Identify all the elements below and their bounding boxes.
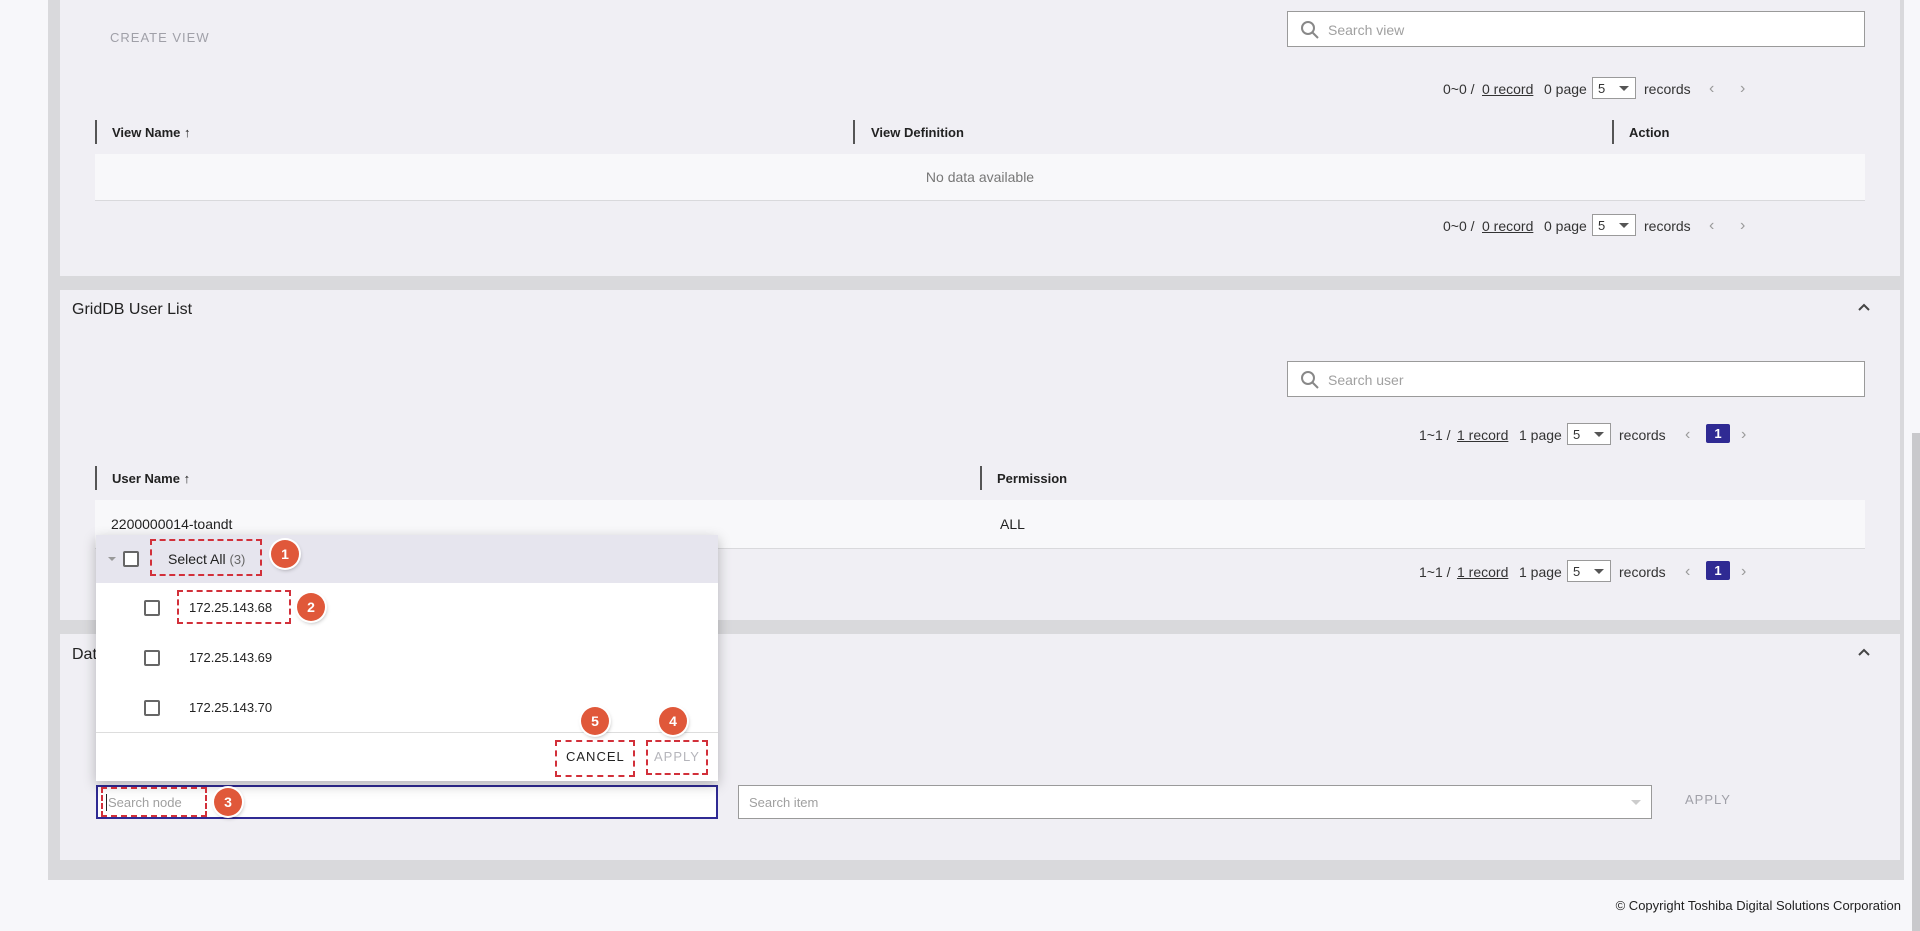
pager-range: 1~1 / <box>1419 564 1451 580</box>
pager-range: 1~1 / <box>1419 427 1451 443</box>
search-user-input[interactable]: Search user <box>1287 361 1865 397</box>
dropdown-divider <box>96 732 718 733</box>
chevron-right-icon[interactable]: › <box>1741 427 1746 443</box>
column-action[interactable]: Action <box>1629 125 1669 140</box>
column-view-name[interactable]: View Name ↑ <box>112 125 191 140</box>
page-size-select[interactable]: 5 <box>1592 214 1636 236</box>
page-size-value: 5 <box>1598 81 1606 96</box>
caret-down-icon <box>1594 432 1604 437</box>
page-size-select[interactable]: 5 <box>1567 560 1611 582</box>
views-table-header: View Name ↑ View Definition Action <box>95 110 1865 155</box>
pager-pages: 1 page <box>1519 427 1562 443</box>
pager-range: 0~0 / <box>1443 81 1475 97</box>
search-icon <box>1301 371 1319 389</box>
search-user-placeholder: Search user <box>1328 372 1404 388</box>
annotation-box-select-all <box>150 539 262 576</box>
view-panel: CREATE VIEW Search view 0~0 / 0 record 0… <box>60 0 1900 276</box>
create-view-button[interactable]: CREATE VIEW <box>110 30 210 45</box>
column-view-definition[interactable]: View Definition <box>871 125 964 140</box>
chevron-right-icon[interactable]: › <box>1740 81 1745 97</box>
list-item[interactable]: 172.25.143.69 <box>96 633 718 683</box>
column-divider <box>853 120 855 144</box>
no-data-text: No data available <box>925 169 1035 185</box>
annotation-badge: 3 <box>214 788 242 816</box>
page-size-select[interactable]: 5 <box>1567 423 1611 445</box>
page-1-button[interactable]: 1 <box>1706 561 1730 580</box>
annotation-box-cancel <box>555 740 635 777</box>
node-label: 172.25.143.69 <box>189 650 273 665</box>
node-checkbox[interactable] <box>144 600 160 616</box>
pager-records-label: records <box>1619 564 1666 580</box>
chevron-right-icon[interactable]: › <box>1740 218 1745 234</box>
views-pager-top: 0~0 / 0 record 0 page 5 records ‹ › <box>1443 77 1883 101</box>
pager-records-link[interactable]: 0 record <box>1482 218 1533 234</box>
pager-pages: 1 page <box>1519 564 1562 580</box>
column-permission[interactable]: Permission <box>997 471 1067 486</box>
caret-down-icon <box>1619 86 1629 91</box>
search-item-placeholder: Search item <box>749 795 819 810</box>
caret-down-icon <box>108 557 116 561</box>
node-checkbox[interactable] <box>144 650 160 666</box>
search-item-select[interactable]: Search item <box>738 785 1652 819</box>
chevron-left-icon[interactable]: ‹ <box>1709 218 1714 234</box>
select-all-checkbox[interactable] <box>123 551 139 567</box>
annotation-box-apply <box>646 740 708 775</box>
node-checkbox[interactable] <box>144 700 160 716</box>
annotation-badge: 1 <box>271 540 299 568</box>
collapse-chevron-up-icon[interactable] <box>1857 300 1871 317</box>
search-view-placeholder: Search view <box>1328 22 1405 38</box>
column-divider <box>95 466 97 490</box>
chevron-left-icon[interactable]: ‹ <box>1709 81 1714 97</box>
annotation-box-first-node <box>177 590 291 624</box>
column-user-name[interactable]: User Name ↑ <box>112 471 190 486</box>
pager-range: 0~0 / <box>1443 218 1475 234</box>
chevron-left-icon[interactable]: ‹ <box>1685 564 1690 580</box>
annotation-badge: 5 <box>581 707 609 735</box>
views-empty-row: No data available <box>95 154 1865 201</box>
annotation-box-search-node <box>101 787 207 817</box>
search-icon <box>1301 21 1319 39</box>
permission-cell: ALL <box>1000 516 1025 532</box>
caret-down-icon <box>1619 223 1629 228</box>
arrow-up-icon: ↑ <box>183 471 191 486</box>
page-size-value: 5 <box>1573 564 1581 579</box>
pager-records-link[interactable]: 0 record <box>1482 81 1533 97</box>
node-label: 172.25.143.70 <box>189 700 273 715</box>
scrollbar-thumb[interactable] <box>1912 433 1920 931</box>
users-pager-top: 1~1 / 1 record 1 page 5 records ‹ 1 › <box>1419 423 1889 447</box>
apply-button[interactable]: APPLY <box>1685 792 1731 807</box>
pager-records-label: records <box>1644 81 1691 97</box>
list-item[interactable]: 172.25.143.70 <box>96 683 718 733</box>
page-size-value: 5 <box>1573 427 1581 442</box>
views-pager-bottom: 0~0 / 0 record 0 page 5 records ‹ › <box>1443 214 1883 238</box>
caret-down-icon <box>1594 569 1604 574</box>
user-list-title: GridDB User List <box>72 301 193 318</box>
copyright-text: © Copyright Toshiba Digital Solutions Co… <box>1615 898 1901 913</box>
users-pager-bottom: 1~1 / 1 record 1 page 5 records ‹ 1 › <box>1419 560 1889 584</box>
chevron-left-icon[interactable]: ‹ <box>1685 427 1690 443</box>
pager-records-label: records <box>1619 427 1666 443</box>
pager-records-label: records <box>1644 218 1691 234</box>
chevron-right-icon[interactable]: › <box>1741 564 1746 580</box>
data-panel-title: Dat <box>72 646 97 663</box>
page-size-select[interactable]: 5 <box>1592 77 1636 99</box>
user-name-cell: 2200000014-toandt <box>111 516 233 532</box>
pager-records-link[interactable]: 1 record <box>1457 427 1508 443</box>
annotation-badge: 2 <box>297 593 325 621</box>
users-table-header: User Name ↑ Permission <box>95 456 1865 501</box>
pager-pages: 0 page <box>1544 81 1587 97</box>
search-view-input[interactable]: Search view <box>1287 11 1865 47</box>
page-1-button[interactable]: 1 <box>1706 424 1730 443</box>
column-divider <box>1612 120 1614 144</box>
collapse-chevron-up-icon[interactable] <box>1857 645 1871 662</box>
page-size-value: 5 <box>1598 218 1606 233</box>
caret-down-icon <box>1631 800 1641 805</box>
pager-records-link[interactable]: 1 record <box>1457 564 1508 580</box>
column-divider <box>95 120 97 144</box>
annotation-badge: 4 <box>659 707 687 735</box>
pager-pages: 0 page <box>1544 218 1587 234</box>
column-divider <box>980 466 982 490</box>
arrow-up-icon: ↑ <box>184 125 191 140</box>
